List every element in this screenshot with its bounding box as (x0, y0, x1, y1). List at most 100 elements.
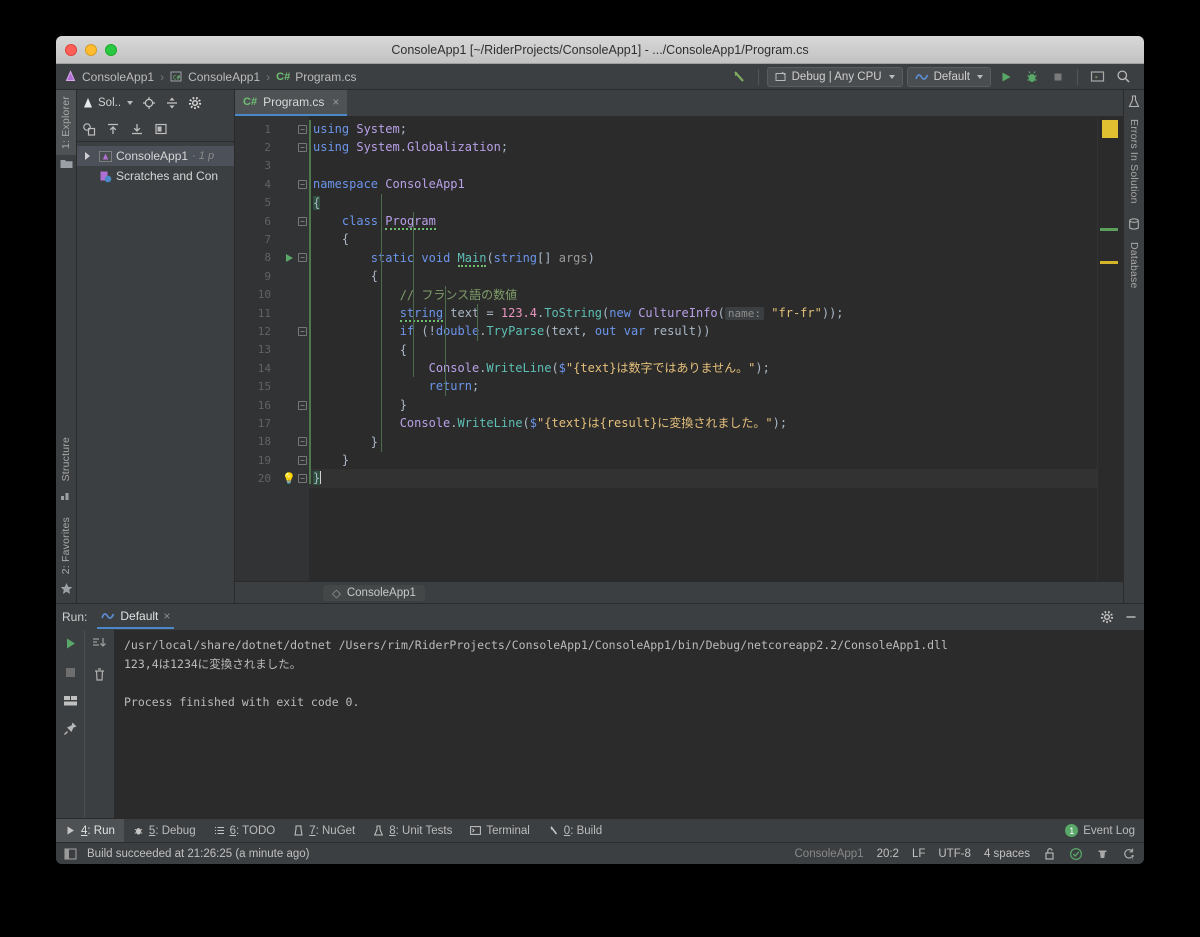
bottom-tab-unittests[interactable]: 8: Unit Tests (364, 819, 461, 843)
gutter-line[interactable]: 14 (235, 359, 309, 377)
code-line[interactable]: if (!double.TryParse(text, out var resul… (309, 322, 1097, 340)
expand-up-icon[interactable] (106, 122, 120, 136)
trash-icon[interactable] (92, 667, 107, 682)
gutter-line[interactable]: 18 − (235, 433, 309, 451)
window-controls[interactable] (56, 43, 117, 56)
gutter-line[interactable]: 15 (235, 377, 309, 395)
fold-icon[interactable]: − (298, 179, 307, 189)
breadcrumb-file[interactable]: C# Program.cs (274, 70, 358, 84)
editor-marker[interactable] (1100, 261, 1118, 264)
code-line[interactable]: string text = 123.4.ToString(new Culture… (309, 304, 1097, 322)
minimize-icon[interactable] (1124, 610, 1138, 624)
layout-icon[interactable] (63, 694, 78, 707)
breadcrumb-solution[interactable]: ConsoleApp1 (62, 70, 156, 84)
code-line[interactable]: } (309, 433, 1097, 451)
hector-icon[interactable] (1096, 847, 1109, 860)
code-line[interactable]: using System; (309, 120, 1097, 138)
bottom-tab-todo[interactable]: 6: TODO (205, 819, 285, 843)
breadcrumb-project[interactable]: C# ConsoleApp1 (168, 70, 262, 84)
solution-dropdown[interactable]: Sol.. (82, 97, 134, 109)
code-line[interactable]: { (309, 230, 1097, 248)
tree-item-scratches[interactable]: Scratches and Con (77, 166, 234, 186)
code-editor[interactable]: 1−2−3 4−5 6−7 8−9 10 11 12−13 14 15 16−17 18−19−20… (235, 116, 1123, 581)
gutter-line[interactable]: 20 💡 − (235, 469, 309, 487)
code-line[interactable]: } (309, 451, 1097, 469)
minimize-window-button[interactable] (85, 43, 97, 56)
maximize-window-button[interactable] (105, 43, 117, 56)
intention-bulb-icon[interactable]: 💡 (282, 472, 296, 485)
gutter-line[interactable]: 16 − (235, 396, 309, 414)
fold-icon[interactable]: − (298, 253, 307, 263)
gutter-line[interactable]: 10 (235, 286, 309, 304)
expand-arrow-icon[interactable] (85, 152, 90, 160)
status-encoding[interactable]: UTF-8 (938, 848, 971, 860)
gutter-line[interactable]: 7 (235, 230, 309, 248)
gutter-line[interactable]: 6− (235, 212, 309, 230)
sync-icon[interactable] (82, 122, 96, 136)
unlock-icon[interactable] (1043, 847, 1056, 860)
scroll-to-end-icon[interactable] (92, 636, 107, 651)
breadcrumb-namespace-chip[interactable]: ◇ ConsoleApp1 (323, 584, 425, 601)
fold-icon[interactable]: − (298, 437, 307, 447)
code-line[interactable]: namespace ConsoleApp1 (309, 175, 1097, 193)
locate-icon[interactable] (142, 96, 156, 110)
code-line[interactable]: using System.Globalization; (309, 138, 1097, 156)
status-line-ending[interactable]: LF (912, 848, 925, 860)
fold-icon[interactable]: − (298, 400, 307, 410)
code-line[interactable] (309, 157, 1097, 175)
code-line[interactable]: static void Main(string[] args) (309, 249, 1097, 267)
code-line[interactable]: Console.WriteLine($"{text}は{result}に変換され… (309, 414, 1097, 432)
expand-down-icon[interactable] (130, 122, 144, 136)
fold-icon[interactable]: − (298, 124, 307, 134)
pin-icon[interactable] (63, 721, 78, 736)
sidebar-item-errors-in-solution[interactable]: Errors In Solution (1126, 113, 1142, 210)
gutter-line[interactable]: 19 − (235, 451, 309, 469)
sync-question-icon[interactable]: ? (1122, 847, 1136, 861)
editor-marker-strip[interactable] (1097, 116, 1123, 581)
sidebar-item-structure[interactable]: Structure (56, 431, 76, 487)
run-icon[interactable] (995, 66, 1017, 88)
code-line[interactable]: { (309, 341, 1097, 359)
code-text-area[interactable]: using System; using System.Globalization;… (309, 116, 1097, 581)
inspection-ok-icon[interactable] (1069, 847, 1083, 861)
debug-icon[interactable] (1021, 66, 1043, 88)
editor-gutter[interactable]: 1−2−3 4−5 6−7 8−9 10 11 12−13 14 15 16−17 18−19−20… (235, 116, 309, 581)
tab-program-cs[interactable]: C# Program.cs × (235, 90, 348, 116)
bottom-tab-run[interactable]: 4: Run (56, 818, 124, 843)
status-indent[interactable]: 4 spaces (984, 848, 1030, 860)
code-line[interactable]: class Program (309, 212, 1097, 230)
bottom-tab-nuget[interactable]: 7: NuGet (284, 819, 364, 843)
gutter-line[interactable]: 17 (235, 414, 309, 432)
code-line[interactable]: } (309, 396, 1097, 414)
code-line[interactable]: { (309, 194, 1097, 212)
search-icon[interactable] (1112, 66, 1134, 88)
gutter-line[interactable]: 9 (235, 267, 309, 285)
bottom-tab-debug[interactable]: 5: Debug (124, 819, 205, 843)
toggle-sidebar-icon[interactable] (64, 847, 77, 860)
rerun-icon[interactable] (63, 636, 78, 651)
build-icon[interactable] (728, 66, 750, 88)
close-icon[interactable]: × (163, 609, 170, 623)
gutter-line[interactable]: 11 (235, 304, 309, 322)
fold-icon[interactable]: − (298, 455, 307, 465)
run-tab-default[interactable]: Default × (97, 605, 175, 629)
run-configuration-selector[interactable]: Default (906, 66, 991, 87)
run-gutter-icon[interactable] (286, 253, 293, 262)
build-configuration-selector[interactable]: Debug | Any CPU (766, 66, 903, 87)
fold-icon[interactable]: − (298, 474, 307, 484)
close-window-button[interactable] (65, 43, 77, 56)
gear-icon[interactable] (1100, 610, 1114, 624)
window-icon[interactable] (154, 122, 168, 136)
close-icon[interactable]: × (332, 95, 339, 109)
fold-icon[interactable]: − (298, 326, 307, 336)
sidebar-item-explorer[interactable]: 1: Explorer (56, 90, 76, 155)
run-console-output[interactable]: /usr/local/share/dotnet/dotnet /Users/ri… (114, 630, 1144, 818)
sidebar-item-favorites[interactable]: 2: Favorites (56, 511, 76, 580)
gutter-line[interactable]: 3 (235, 157, 309, 175)
settings-gear-icon[interactable] (188, 96, 202, 110)
gutter-line[interactable]: 12 − (235, 322, 309, 340)
stop-icon[interactable] (1047, 66, 1069, 88)
gutter-line[interactable]: 1− (235, 120, 309, 138)
fold-icon[interactable]: − (298, 143, 307, 153)
gutter-line[interactable]: 8− (235, 249, 309, 267)
